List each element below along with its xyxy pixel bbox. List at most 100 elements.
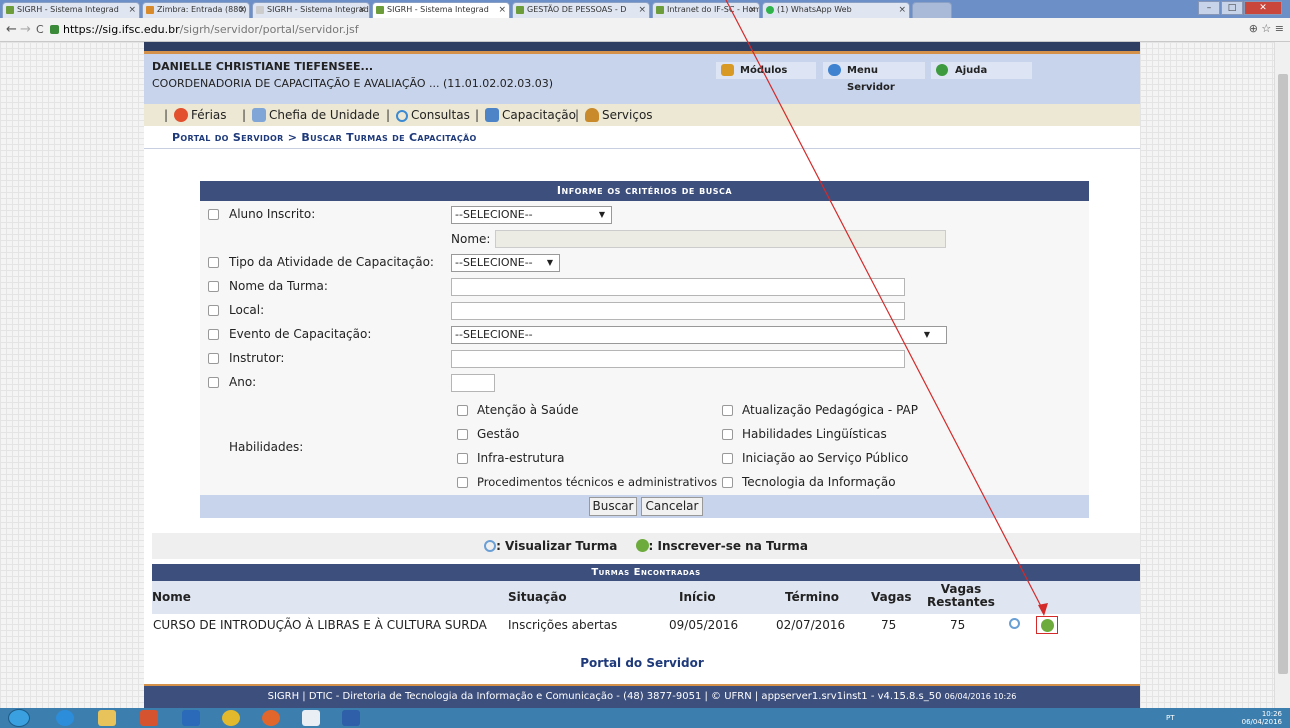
close-tab-icon[interactable]: × [238, 3, 246, 17]
results-title: Turmas Encontradas [152, 564, 1140, 581]
footer: SIGRH | DTIC - Diretoria de Tecnologia d… [144, 684, 1140, 708]
close-tab-icon[interactable]: × [898, 3, 906, 17]
back-arrow-icon[interactable]: ← [6, 22, 17, 37]
close-tab-icon[interactable]: × [748, 3, 756, 17]
menu-ferias[interactable]: Férias [174, 104, 227, 126]
habilidade-label: Infra-estrutura [477, 451, 565, 465]
close-tab-icon[interactable]: × [498, 3, 506, 17]
portal-link[interactable]: Portal do Servidor [144, 656, 1140, 670]
evento-checkbox[interactable] [208, 329, 219, 340]
enroll-icon [1041, 619, 1054, 632]
col-nome: Nome [152, 590, 191, 604]
habilidade-checkbox[interactable] [722, 405, 733, 416]
row-situacao: Inscrições abertas [508, 618, 618, 632]
tipo-label: Tipo da Atividade de Capacitação: [229, 255, 434, 269]
buscar-button[interactable]: Buscar [589, 497, 637, 516]
browser-tab[interactable]: GESTÃO DE PESSOAS - D × [512, 2, 650, 18]
habilidade-label: Iniciação ao Serviço Público [742, 451, 909, 465]
start-button[interactable] [8, 709, 30, 727]
browser-tab[interactable]: SIGRH - Sistema Integrad × [2, 2, 140, 18]
chrome-icon[interactable] [222, 710, 240, 726]
results-header: Nome Situação Início Término Vagas Vagas… [152, 581, 1140, 614]
browser-tools[interactable]: ⊕ ☆ ≡ [1249, 22, 1284, 35]
habilidade-checkbox[interactable] [722, 453, 733, 464]
page-viewport: DANIELLE CHRISTIANE TIEFENSEE... COORDEN… [0, 42, 1290, 708]
legend: : Visualizar Turma : Inscrever-se na Tur… [152, 533, 1140, 559]
new-tab-button[interactable] [912, 2, 952, 18]
help-icon [936, 64, 948, 76]
habilidade-checkbox[interactable] [457, 453, 468, 464]
reload-icon[interactable]: C [36, 23, 44, 36]
word-icon[interactable] [342, 710, 360, 726]
habilidade-checkbox[interactable] [457, 429, 468, 440]
tipo-checkbox[interactable] [208, 257, 219, 268]
magnifier-icon [484, 540, 497, 552]
ie-icon[interactable] [56, 710, 74, 726]
menu-servicos[interactable]: Serviços [585, 104, 653, 126]
ajuda-button[interactable]: Ajuda [931, 62, 1032, 79]
aluno-checkbox[interactable] [208, 209, 219, 220]
tipo-select[interactable]: --SELECIONE-- ▼ [451, 254, 560, 272]
browser-tab[interactable]: SIGRH - Sistema Integrad × [252, 2, 370, 18]
browser-tab[interactable]: (1) WhatsApp Web × [762, 2, 910, 18]
modulos-button[interactable]: Módulos [716, 62, 816, 79]
aluno-select[interactable]: --SELECIONE-- ▼ [451, 206, 612, 224]
maximize-button[interactable]: □ [1221, 1, 1243, 15]
browser-tab[interactable]: Zimbra: Entrada (880) × [142, 2, 250, 18]
habilidade-checkbox[interactable] [457, 405, 468, 416]
ano-checkbox[interactable] [208, 377, 219, 388]
close-tab-icon[interactable]: × [128, 3, 136, 17]
row-inicio: 09/05/2016 [669, 618, 739, 632]
close-window-button[interactable]: ✕ [1244, 1, 1282, 15]
minimize-button[interactable]: – [1198, 1, 1220, 15]
outlook-icon[interactable] [182, 710, 200, 726]
menu-icon[interactable]: ≡ [1275, 22, 1284, 35]
habilidade-label: Tecnologia da Informação [742, 475, 896, 489]
user-department: COORDENADORIA DE CAPACITAÇÃO E AVALIAÇÃO… [152, 77, 554, 90]
sigrh-favicon-icon [516, 6, 524, 14]
instrutor-input[interactable] [451, 350, 905, 368]
nome-input[interactable] [495, 230, 946, 248]
forward-arrow-icon[interactable]: → [20, 22, 31, 37]
whatsapp-favicon-icon [766, 6, 774, 14]
local-checkbox[interactable] [208, 305, 219, 316]
star-icon[interactable]: ☆ [1261, 22, 1271, 35]
scrollbar[interactable] [1274, 42, 1290, 708]
firefox-icon[interactable] [262, 710, 280, 726]
close-tab-icon[interactable]: × [358, 3, 366, 17]
browser-tab-active[interactable]: SIGRH - Sistema Integrad × [372, 2, 510, 18]
view-turma-icon[interactable] [1009, 618, 1020, 629]
habilidade-checkbox[interactable] [722, 429, 733, 440]
turma-input[interactable] [451, 278, 905, 296]
instrutor-checkbox[interactable] [208, 353, 219, 364]
zoom-icon[interactable]: ⊕ [1249, 22, 1258, 35]
menu-consultas[interactable]: Consultas [396, 104, 470, 126]
evento-select[interactable]: --SELECIONE-- ▼ [451, 326, 947, 344]
tray-clock[interactable]: 10:26 06/04/2016 [1242, 710, 1282, 726]
menu-chefia[interactable]: Chefia de Unidade [252, 104, 380, 126]
search-icon [396, 110, 408, 122]
enroll-turma-button[interactable] [1036, 616, 1058, 634]
scrollbar-thumb[interactable] [1278, 74, 1288, 674]
habilidade-label: Procedimentos técnicos e administrativos [477, 475, 718, 489]
tray-language[interactable]: PT [1166, 714, 1175, 722]
menu-servidor-icon [828, 64, 841, 76]
office-icon[interactable] [140, 710, 158, 726]
close-tab-icon[interactable]: × [638, 3, 646, 17]
habilidade-checkbox[interactable] [722, 477, 733, 488]
sigrh-favicon-icon [6, 6, 14, 14]
habilidade-checkbox[interactable] [457, 477, 468, 488]
browser-tab[interactable]: Intranet do IF-SC - Home × [652, 2, 760, 18]
local-input[interactable] [451, 302, 905, 320]
org-chart-icon [252, 108, 266, 122]
folder-icon[interactable] [98, 710, 116, 726]
document-icon[interactable] [302, 710, 320, 726]
menu-servidor-button[interactable]: Menu Servidor [823, 62, 925, 93]
ano-input[interactable] [451, 374, 495, 392]
cancelar-button[interactable]: Cancelar [641, 497, 703, 516]
page-favicon-icon [256, 6, 264, 14]
url-field[interactable]: https://sig.ifsc.edu.br/sigrh/servidor/p… [50, 21, 1250, 38]
search-form: Informe os critérios de busca Aluno Insc… [200, 181, 1089, 518]
turma-checkbox[interactable] [208, 281, 219, 292]
menu-capacitacao[interactable]: Capacitação [485, 104, 576, 126]
